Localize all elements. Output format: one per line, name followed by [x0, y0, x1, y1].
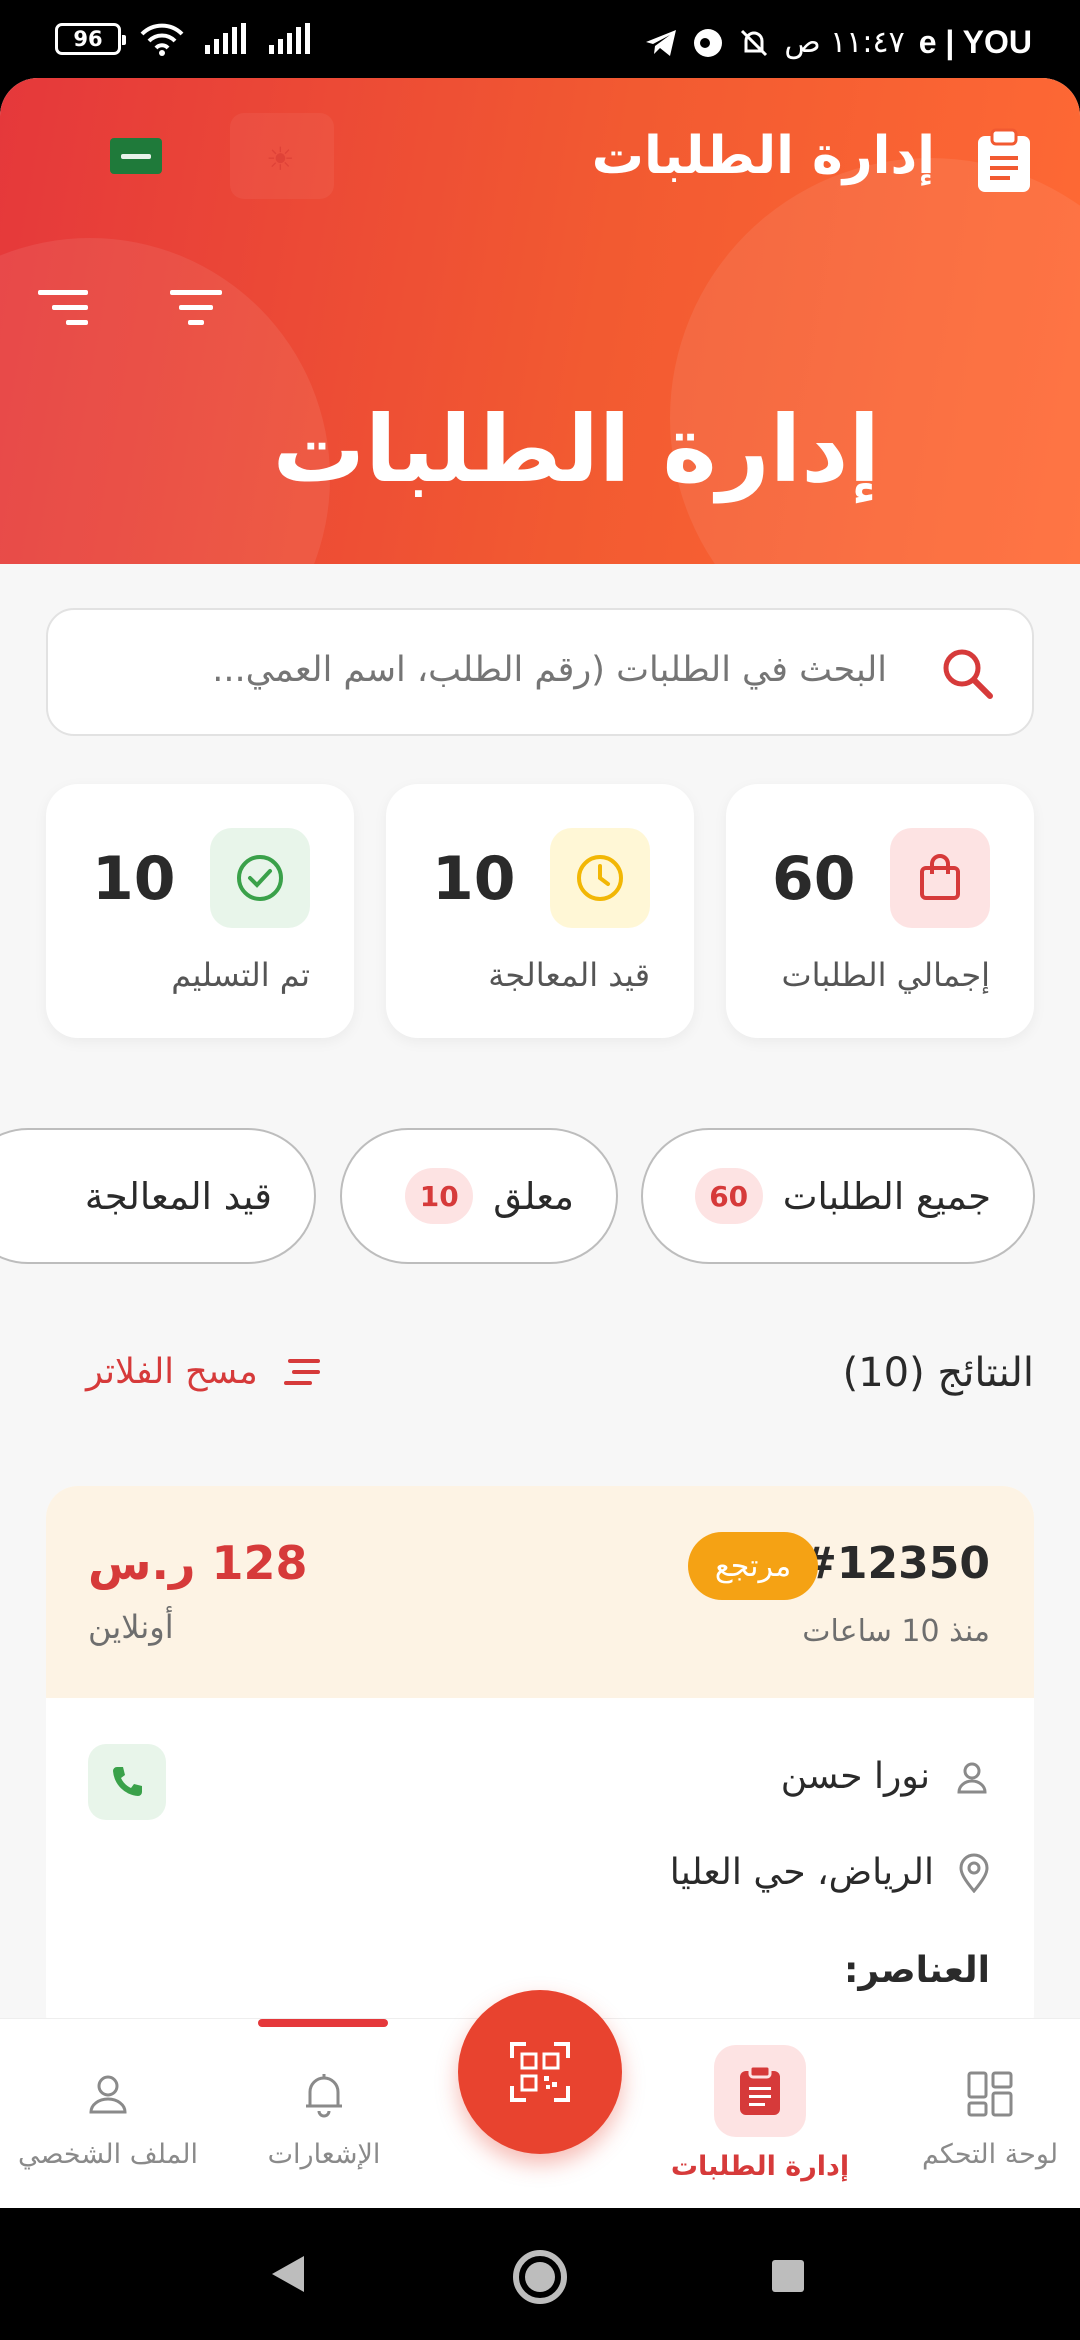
- nav-label: إدارة الطلبات: [670, 2151, 850, 2182]
- tab-label: جميع الطلبات: [782, 1174, 991, 1218]
- clear-filters-button[interactable]: مسح الفلاتر: [86, 1352, 324, 1392]
- order-time: منذ 10 ساعات: [802, 1614, 990, 1649]
- nav-item-notifications[interactable]: الإشعارات: [224, 2019, 424, 2208]
- nav-label: الإشعارات: [267, 2139, 381, 2170]
- filter-icon[interactable]: [170, 288, 226, 328]
- stat-value: 10: [92, 844, 176, 914]
- carrier-text: e | YOU: [918, 24, 1032, 60]
- home-icon[interactable]: [513, 2250, 567, 2304]
- tab-processing[interactable]: قيد المعالجة: [0, 1128, 316, 1264]
- theme-toggle-button[interactable]: ☀: [230, 113, 334, 199]
- hero-title: إدارة الطلبات: [272, 396, 880, 503]
- system-navigation-bar: [0, 2210, 1080, 2340]
- recent-apps-icon[interactable]: [772, 2260, 804, 2292]
- stat-label: قيد المعالجة: [488, 956, 650, 994]
- user-icon: [86, 2059, 130, 2129]
- stat-value: 60: [772, 844, 856, 914]
- saudi-flag-icon[interactable]: [110, 138, 162, 174]
- tab-label: قيد المعالجة: [84, 1174, 272, 1218]
- back-icon[interactable]: [270, 2254, 306, 2294]
- signal-icon-2: [269, 23, 310, 54]
- status-bar: 96 ١١:٤٧ ص e | YOU: [0, 0, 1080, 90]
- battery-indicator: 96: [55, 23, 126, 55]
- sort-icon[interactable]: [38, 288, 94, 328]
- check-circle-icon: [210, 828, 310, 928]
- dashboard-icon: [966, 2059, 1014, 2129]
- nav-label: الملف الشخصي: [18, 2139, 198, 2170]
- bell-icon: [302, 2059, 346, 2129]
- call-button[interactable]: [88, 1744, 166, 1820]
- location-pin-icon: [959, 1853, 989, 1893]
- tab-count-badge: 60: [694, 1168, 763, 1224]
- customer-row: نورا حسن: [781, 1756, 990, 1797]
- decor-circle: [670, 158, 1080, 564]
- stat-label: إجمالي الطلبات: [781, 956, 990, 994]
- phone-icon: [113, 1767, 142, 1796]
- results-count: النتائج (10): [842, 1350, 1034, 1396]
- search-bar[interactable]: [46, 608, 1034, 736]
- stat-card-processing: 10 قيد المعالجة: [386, 784, 694, 1038]
- order-price: 128 ر.س: [88, 1536, 308, 1590]
- stat-value: 10: [432, 844, 516, 914]
- clear-filter-icon: [283, 1359, 320, 1385]
- clear-filters-label: مسح الفلاتر: [86, 1352, 258, 1392]
- tab-label: معلق: [493, 1174, 574, 1218]
- order-card-header: [46, 1486, 1034, 1698]
- items-label: العناصر:: [844, 1950, 990, 1991]
- status-badge: مرتجع: [688, 1532, 818, 1600]
- user-icon: [957, 1762, 987, 1793]
- tab-count-badge: 10: [405, 1168, 474, 1224]
- payment-type: أونلاين: [88, 1608, 174, 1646]
- clock-icon: [550, 828, 650, 928]
- qr-scan-icon: [510, 2042, 570, 2102]
- stat-card-total: 60 إجمالي الطلبات: [726, 784, 1034, 1038]
- customer-location: الرياض، حي العليا: [669, 1852, 934, 1893]
- tab-pending[interactable]: معلق 10: [340, 1128, 618, 1264]
- nav-item-dashboard[interactable]: لوحة التحكم: [890, 2019, 1080, 2208]
- clock-text: ١١:٤٧ ص: [784, 25, 905, 60]
- shopping-bag-icon: [890, 828, 990, 928]
- order-id: #12350: [800, 1538, 990, 1589]
- app-icon: [694, 28, 723, 57]
- telegram-icon: [646, 29, 677, 56]
- customer-name: نورا حسن: [780, 1756, 930, 1797]
- location-row: الرياض، حي العليا: [670, 1852, 990, 1893]
- clipboard-icon: [714, 2045, 806, 2137]
- header: إدارة الطلبات ☀ إدارة الطلبات: [0, 78, 1080, 564]
- sun-icon: ☀: [266, 140, 295, 178]
- search-input[interactable]: [127, 650, 887, 690]
- nav-item-profile[interactable]: الملف الشخصي: [0, 2019, 216, 2208]
- app-screen: إدارة الطلبات ☀ إدارة الطلبات 60 إجمالي …: [0, 78, 1080, 2208]
- header-title: إدارة الطلبات: [591, 126, 935, 186]
- order-card[interactable]: #12350 مرتجع منذ 10 ساعات 128 ر.س أونلاي…: [46, 1486, 1034, 2046]
- stat-label: تم التسليم: [171, 956, 310, 994]
- clipboard-icon: [978, 128, 1030, 192]
- signal-icon: [205, 23, 246, 54]
- nav-item-orders[interactable]: إدارة الطلبات: [660, 2019, 860, 2208]
- search-icon[interactable]: [940, 646, 994, 700]
- stat-card-delivered: 10 تم التسليم: [46, 784, 354, 1038]
- qr-scan-button[interactable]: [458, 1990, 622, 2154]
- wifi-icon: [140, 23, 184, 56]
- nav-label: لوحة التحكم: [921, 2139, 1059, 2170]
- tab-all-orders[interactable]: جميع الطلبات 60: [641, 1128, 1035, 1264]
- mute-icon: [741, 29, 768, 56]
